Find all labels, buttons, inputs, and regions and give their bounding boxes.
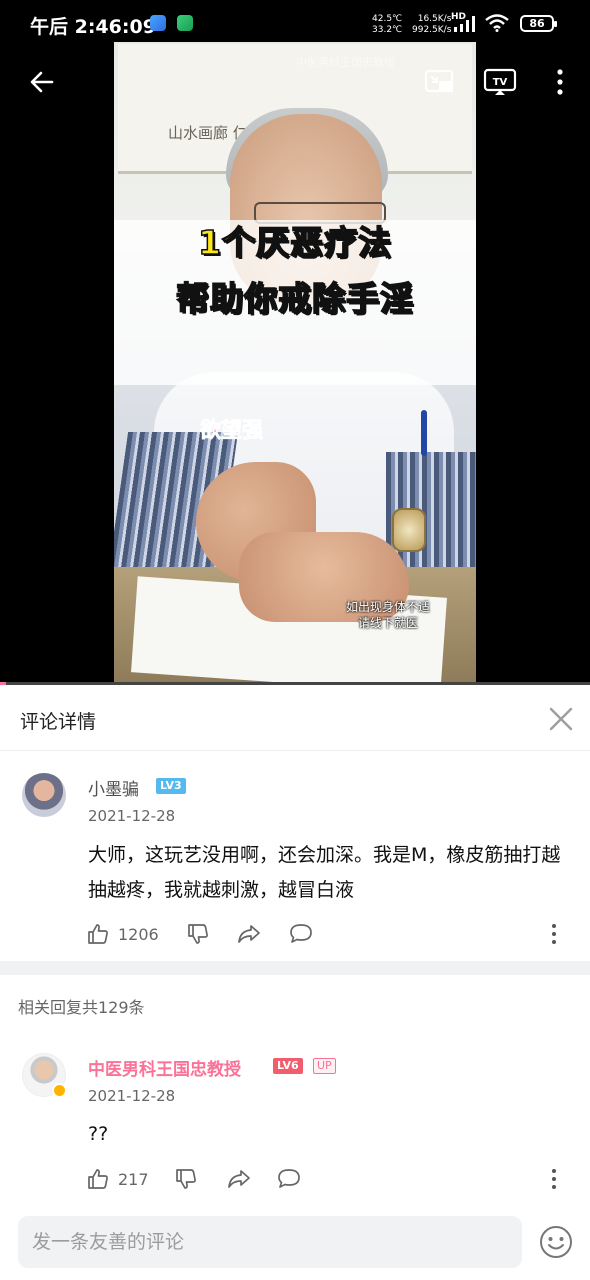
temperature-2: 33.2℃ <box>372 25 403 35</box>
more-vertical-icon <box>552 924 556 944</box>
disclaimer-line-1: 如出现身体不适 <box>346 600 431 614</box>
download-speed: 992.5K/s <box>412 25 452 35</box>
svg-text:TV: TV <box>493 77 508 88</box>
verified-badge-icon <box>52 1083 67 1098</box>
reply-button[interactable] <box>276 1166 302 1192</box>
video-frame[interactable]: 山水画廊 仁心仁术 妙手回春 中医男科王国忠教授 欲望强 如出现身体不适 请线下… <box>114 42 476 683</box>
tv-cast-button[interactable]: TV <box>480 62 520 102</box>
comment-input-bar <box>0 1210 590 1280</box>
comment-actions: 1206 <box>86 919 576 949</box>
emoji-icon[interactable] <box>538 1224 574 1260</box>
comment-more-button[interactable] <box>550 921 558 947</box>
video-title-line-1: 1个厌恶疗法 <box>197 222 392 263</box>
level-badge: LV3 <box>156 778 186 794</box>
share-button[interactable] <box>236 921 262 947</box>
more-options-button[interactable] <box>540 62 580 102</box>
like-button[interactable]: 1206 <box>86 921 159 947</box>
disclaimer-line-2: 请线下就医 <box>358 616 419 630</box>
share-icon <box>238 925 260 943</box>
comment-detail-panel: 评论详情 小墨骗 LV3 2021-12-28 大师，这玩艺没用啊，还会加深。我… <box>0 685 590 1280</box>
thumbs-up-icon <box>88 1169 108 1189</box>
back-arrow-icon <box>30 71 54 93</box>
reply-actions: 217 <box>86 1164 576 1194</box>
avatar[interactable] <box>22 773 66 817</box>
temperature-readout: 42.5℃ 33.2℃ <box>372 14 402 36</box>
more-vertical-icon <box>557 69 563 95</box>
thumbs-down-icon <box>176 1169 196 1189</box>
reply-button[interactable] <box>288 921 314 947</box>
like-button[interactable]: 217 <box>86 1166 149 1192</box>
video-watermark: 中医男科王国忠教授 <box>296 56 395 69</box>
share-icon <box>228 1170 250 1188</box>
panel-title: 评论详情 <box>20 711 97 733</box>
cell-signal-icon <box>454 16 475 32</box>
share-button[interactable] <box>226 1166 252 1192</box>
network-speed: 16.5K/s 992.5K/s <box>412 14 451 36</box>
dislike-button[interactable] <box>186 921 210 947</box>
uploader-badge: UP <box>313 1058 336 1074</box>
health-disclaimer: 如出现身体不适 请线下就医 <box>346 599 430 631</box>
comment-date: 2021-12-28 <box>88 807 176 825</box>
close-icon[interactable] <box>547 705 575 733</box>
notification-app-icon <box>150 15 166 31</box>
status-bar: 午后 2:46:09 42.5℃ 33.2℃ 16.5K/s 992.5K/s … <box>0 0 590 44</box>
comment-text: 大师，这玩艺没用啊，还会加深。我是M，橡皮筋抽打越抽越疼，我就越刺激，越冒白液 <box>88 844 561 901</box>
video-title-line-2: 帮助你戒除手淫 <box>175 278 414 319</box>
temperature-1: 42.5℃ <box>372 14 403 24</box>
caption-tag: 欲望强 <box>200 418 264 443</box>
comment-more-button[interactable] <box>550 1166 558 1192</box>
battery-icon: 86 <box>520 15 557 32</box>
reply-text: ?? <box>88 1123 109 1145</box>
panel-header: 评论详情 <box>0 685 590 751</box>
tv-cast-icon: TV <box>483 68 517 95</box>
section-divider <box>0 961 590 975</box>
like-count: 217 <box>118 1169 149 1189</box>
replies-count-heading: 相关回复共129条 <box>18 998 145 1017</box>
comment-bubble-icon <box>278 1169 300 1188</box>
reply-username[interactable]: 中医男科王国忠教授 <box>88 1055 241 1080</box>
notification-app-icon <box>177 15 193 31</box>
video-player[interactable]: 山水画廊 仁心仁术 妙手回春 中医男科王国忠教授 欲望强 如出现身体不适 请线下… <box>0 0 590 685</box>
like-count: 1206 <box>118 924 159 944</box>
clock: 午后 2:46:09 <box>30 16 156 38</box>
wristwatch <box>392 508 426 552</box>
comment-bubble-icon <box>290 924 312 943</box>
reply-date: 2021-12-28 <box>88 1087 176 1105</box>
wifi-icon <box>485 14 509 32</box>
thumbs-down-icon <box>188 924 208 944</box>
upload-speed: 16.5K/s <box>417 14 452 24</box>
dislike-button[interactable] <box>174 1166 198 1192</box>
picture-in-picture-button[interactable] <box>420 62 460 102</box>
more-vertical-icon <box>552 1169 556 1189</box>
picture-in-picture-icon <box>424 69 454 93</box>
thumbs-up-icon <box>88 924 108 944</box>
comment-input[interactable] <box>18 1216 522 1268</box>
comment-username[interactable]: 小墨骗 <box>88 775 139 800</box>
level-badge: LV6 <box>273 1058 303 1074</box>
back-button[interactable] <box>22 62 62 102</box>
pen <box>421 410 427 456</box>
